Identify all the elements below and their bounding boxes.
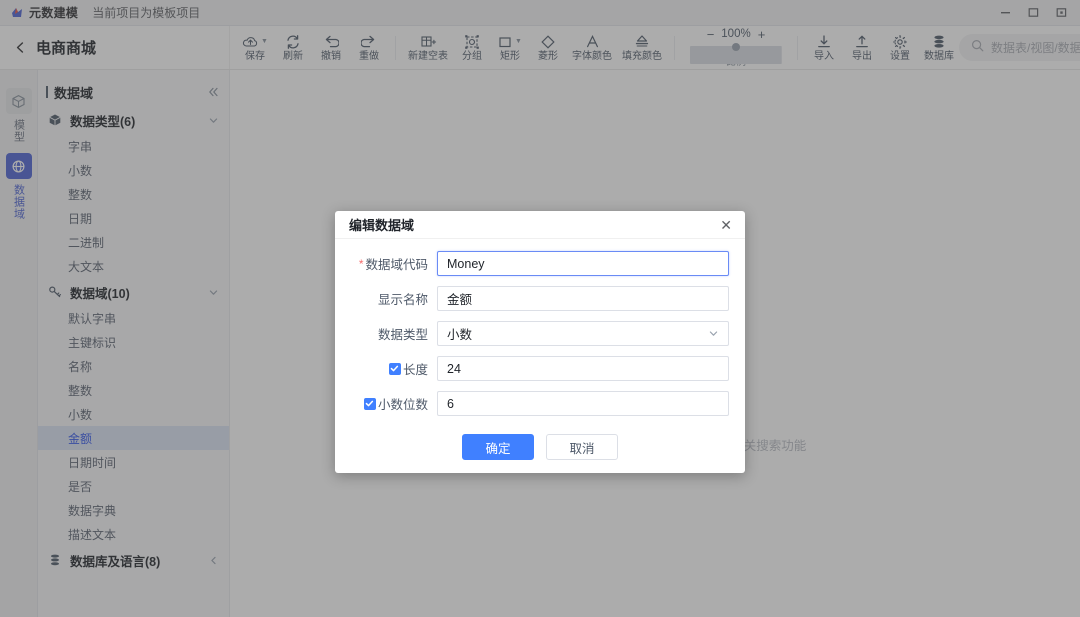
field-row-code: * 数据域代码 Money (351, 251, 729, 276)
decimals-input[interactable]: 6 (437, 391, 729, 416)
decimals-label-wrap: 小数位数 (351, 394, 437, 413)
dialog-body: * 数据域代码 Money 显示名称 金额 数据类型 小数 长度 24 小数位数… (335, 239, 745, 432)
dialog-footer: 确定 取消 (335, 432, 745, 473)
cancel-button[interactable]: 取消 (546, 434, 618, 460)
code-label-text: 数据域代码 (365, 258, 428, 272)
dialog-header: 编辑数据域 ✕ (335, 211, 745, 239)
data-type-value: 小数 (447, 328, 473, 342)
length-input[interactable]: 24 (437, 356, 729, 381)
application-window: 元数建模 当前项目为模板项目 电商商城 ▼ 保存 刷新 撤销 重做 新建空表 分… (0, 0, 1080, 617)
dialog-title: 编辑数据域 (349, 218, 415, 233)
field-row-data-type: 数据类型 小数 (351, 321, 729, 346)
field-row-decimals: 小数位数 6 (351, 391, 729, 416)
decimals-label-text: 小数位数 (377, 398, 428, 412)
data-type-select[interactable]: 小数 (437, 321, 729, 346)
display-name-label: 显示名称 (377, 293, 428, 307)
field-row-length: 长度 24 (351, 356, 729, 381)
code-input[interactable]: Money (437, 251, 729, 276)
code-field-label: * 数据域代码 (351, 254, 437, 273)
length-checkbox[interactable] (388, 362, 401, 375)
decimals-checkbox[interactable] (363, 397, 376, 410)
confirm-button[interactable]: 确定 (462, 434, 534, 460)
length-label-text: 长度 (402, 363, 428, 377)
length-label-wrap: 长度 (351, 359, 437, 378)
chevron-down-icon (708, 328, 719, 339)
display-name-input[interactable]: 金额 (437, 286, 729, 311)
required-asterisk: * (358, 256, 364, 271)
close-icon[interactable]: ✕ (717, 216, 735, 234)
edit-data-domain-dialog: 编辑数据域 ✕ * 数据域代码 Money 显示名称 金额 数据类型 小数 长度… (335, 211, 745, 473)
data-type-label: 数据类型 (377, 328, 428, 342)
field-row-display-name: 显示名称 金额 (351, 286, 729, 311)
